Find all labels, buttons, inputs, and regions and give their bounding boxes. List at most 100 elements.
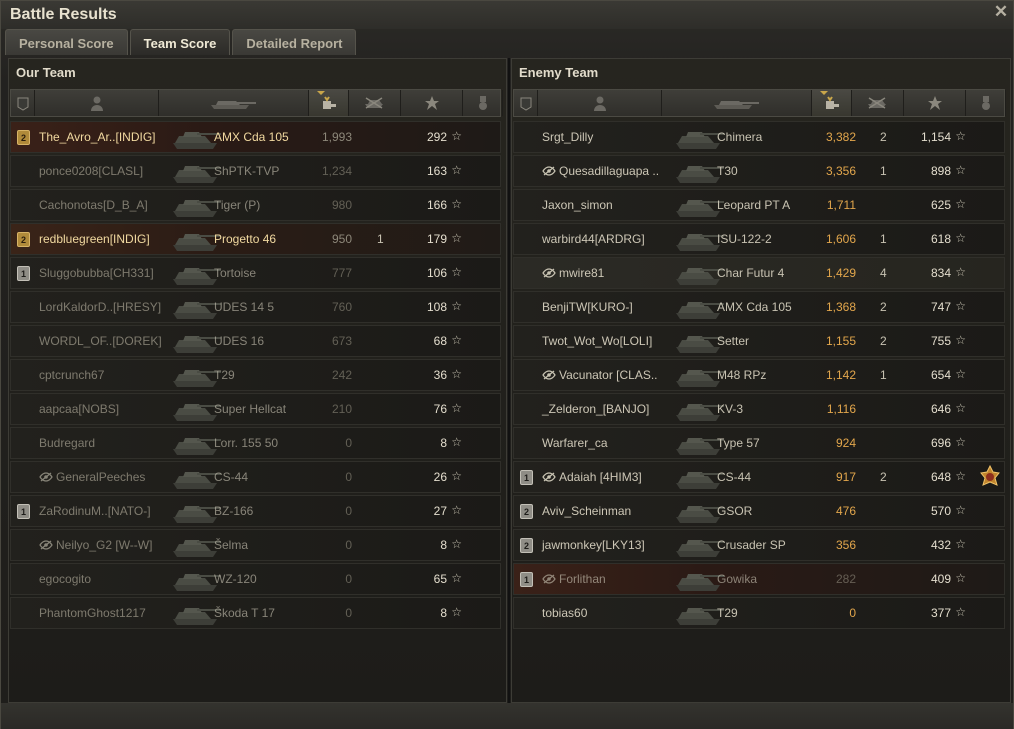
enemy-team-col-tank[interactable] xyxy=(662,90,812,116)
player-name: Forlithan xyxy=(542,572,606,586)
player-name-text: Warfarer_ca xyxy=(542,436,608,450)
enemy-team-col-kills[interactable] xyxy=(852,90,904,116)
damage-value: 950 xyxy=(331,232,352,246)
damage-value: 0 xyxy=(345,436,352,450)
tab-detailed-report[interactable]: Detailed Report xyxy=(232,29,357,55)
player-row[interactable]: BenjiTW[KURO-] AMX Cda 105 1,368 2 747 ☆ xyxy=(513,291,1005,323)
enemy-team-col-damage[interactable] xyxy=(812,90,852,116)
player-row[interactable]: Vacunator [CLAS.. M48 RPz 1,142 1 654 ☆ xyxy=(513,359,1005,391)
player-row[interactable]: 1 Sluggobubba[CH331] Tortoise 777 106 ☆ xyxy=(10,257,501,289)
tab-team-score[interactable]: Team Score xyxy=(129,29,231,55)
tank-name: Lorr. 155 50 xyxy=(214,436,279,450)
kills-value: 1 xyxy=(880,232,887,246)
tab-personal-score[interactable]: Personal Score xyxy=(5,29,128,55)
player-name-text: redbluegreen[INDIG] xyxy=(39,232,150,246)
xp-value: 8 xyxy=(440,436,447,450)
our-team-column-header xyxy=(10,89,503,117)
xp-value: 747 xyxy=(930,300,951,314)
xp-star-icon: ☆ xyxy=(451,605,462,619)
xp-value: 1,154 xyxy=(920,130,951,144)
player-row[interactable]: 2 Aviv_Scheinman GSOR 476 570 ☆ xyxy=(513,495,1005,527)
damage-value: 0 xyxy=(849,606,856,620)
tank-name: Char Futur 4 xyxy=(717,266,785,280)
kills-value: 2 xyxy=(880,470,887,484)
player-row[interactable]: 2 jawmonkey[LKY13] Crusader SP 356 432 ☆ xyxy=(513,529,1005,561)
damage-value: 0 xyxy=(345,606,352,620)
player-row[interactable]: _Zelderon_[BANJO] KV-3 1,116 646 ☆ xyxy=(513,393,1005,425)
player-name: Srgt_Dilly xyxy=(542,130,593,144)
player-name-text: egocogito xyxy=(39,572,92,586)
close-icon[interactable]: ✕ xyxy=(992,3,1010,21)
player-name: LordKaldorD..[HRESY] xyxy=(39,300,161,314)
our-team-col-player[interactable] xyxy=(35,90,159,116)
damage-value: 242 xyxy=(331,368,352,382)
player-name-text: PhantomGhost1217 xyxy=(39,606,146,620)
our-team-col-damage[interactable] xyxy=(309,90,349,116)
player-row[interactable]: Budregard Lorr. 155 50 0 8 ☆ xyxy=(10,427,501,459)
player-name: WORDL_OF..[DOREK] xyxy=(39,334,162,348)
xp-value: 646 xyxy=(930,402,951,416)
player-row[interactable]: LordKaldorD..[HRESY] UDES 14 5 760 108 ☆ xyxy=(10,291,501,323)
our-team-panel: Our Team 2 The_Avro_Ar..[INDIG] AMX Cda 10… xyxy=(8,58,507,703)
xp-value: 834 xyxy=(930,266,951,280)
our-team-col-tank[interactable] xyxy=(159,90,309,116)
player-row[interactable]: PhantomGhost1217 Škoda T 17 0 8 ☆ xyxy=(10,597,501,629)
xp-star-icon: ☆ xyxy=(451,299,462,313)
enemy-team-col-player[interactable] xyxy=(538,90,662,116)
player-name: Warfarer_ca xyxy=(542,436,608,450)
title-bar: Battle Results ✕ xyxy=(1,1,1013,29)
player-name-text: aapcaa[NOBS] xyxy=(39,402,120,416)
player-row[interactable]: Twot_Wot_Wo[LOLI] Setter 1,155 2 755 ☆ xyxy=(513,325,1005,357)
damage-value: 210 xyxy=(331,402,352,416)
enemy-team-col-medal[interactable] xyxy=(966,90,1006,116)
player-name-text: Adaiah [4HIM3] xyxy=(559,470,642,484)
xp-star-icon: ☆ xyxy=(955,401,966,415)
player-row[interactable]: cptcrunch67 T29 242 36 ☆ xyxy=(10,359,501,391)
our-team-col-medal[interactable] xyxy=(463,90,503,116)
player-row[interactable]: 2 The_Avro_Ar..[INDIG] AMX Cda 105 1,993 292… xyxy=(10,121,501,153)
tank-name: T30 xyxy=(717,164,738,178)
achievement-medal-icon[interactable] xyxy=(978,465,1002,489)
player-row[interactable]: mwire81 Char Futur 4 1,429 4 834 ☆ xyxy=(513,257,1005,289)
player-row[interactable]: Jaxon_simon Leopard PT A 1,711 625 ☆ xyxy=(513,189,1005,221)
enemy-team-col-xp-star[interactable] xyxy=(904,90,966,116)
player-row[interactable]: Neilyo_G2 [W--W] Šelma 0 8 ☆ xyxy=(10,529,501,561)
our-team-col-platoon[interactable] xyxy=(11,90,35,116)
player-row[interactable]: egocogito WZ-120 0 65 ☆ xyxy=(10,563,501,595)
enemy-team-col-platoon[interactable] xyxy=(514,90,538,116)
player-row[interactable]: tobias60 T29 0 377 ☆ xyxy=(513,597,1005,629)
platoon-badge: 2 xyxy=(520,538,533,553)
our-team-col-kills[interactable] xyxy=(349,90,401,116)
player-row[interactable]: Cachonotas[D_B_A] Tiger (P) 980 166 ☆ xyxy=(10,189,501,221)
player-name: Adaiah [4HIM3] xyxy=(542,470,642,484)
player-row[interactable]: warbird44[ARDRG] ISU-122-2 1,606 1 618 ☆ xyxy=(513,223,1005,255)
player-row[interactable]: WORDL_OF..[DOREK] UDES 16 673 68 ☆ xyxy=(10,325,501,357)
player-row[interactable]: 1 ZaRodinuM..[NATO-] BZ-166 0 27 ☆ xyxy=(10,495,501,527)
player-row[interactable]: GeneralPeeches CS-44 0 26 ☆ xyxy=(10,461,501,493)
player-row[interactable]: 1 Forlithan Gowika 282 409 ☆ xyxy=(513,563,1005,595)
player-row[interactable]: Quesadillaguapa .. T30 3,356 1 898 ☆ xyxy=(513,155,1005,187)
player-name-text: GeneralPeeches xyxy=(56,470,146,484)
platoon-badge: 2 xyxy=(520,504,533,519)
tank-name: Škoda T 17 xyxy=(214,606,275,620)
damage-value: 476 xyxy=(835,504,856,518)
player-row[interactable]: ponce0208[CLASL] ShPTK-TVP 1,234 163 ☆ xyxy=(10,155,501,187)
damage-value: 0 xyxy=(345,572,352,586)
player-name: ponce0208[CLASL] xyxy=(39,164,143,178)
player-name-text: warbird44[ARDRG] xyxy=(542,232,645,246)
enemy-team-column-header xyxy=(513,89,1006,117)
damage-value: 777 xyxy=(331,266,352,280)
player-row[interactable]: Warfarer_ca Type 57 924 696 ☆ xyxy=(513,427,1005,459)
player-row[interactable]: 2 redbluegreen[INDIG] Progetto 46 950 1 179 ☆ xyxy=(10,223,501,255)
our-team-col-xp-star[interactable] xyxy=(401,90,463,116)
player-row[interactable]: 1 Adaiah [4HIM3] CS-44 917 2 648 ☆ xyxy=(513,461,1005,493)
player-row[interactable]: aapcaa[NOBS] Super Hellcat 210 76 ☆ xyxy=(10,393,501,425)
kills-value: 1 xyxy=(880,368,887,382)
player-name: GeneralPeeches xyxy=(39,470,145,484)
xp-star-icon: ☆ xyxy=(451,333,462,347)
xp-star-icon xyxy=(927,96,942,110)
kills-value: 1 xyxy=(880,164,887,178)
player-row[interactable]: Srgt_Dilly Chimera 3,382 2 1,154 ☆ xyxy=(513,121,1005,153)
damage-value: 356 xyxy=(835,538,856,552)
tank-name: Super Hellcat xyxy=(214,402,287,416)
